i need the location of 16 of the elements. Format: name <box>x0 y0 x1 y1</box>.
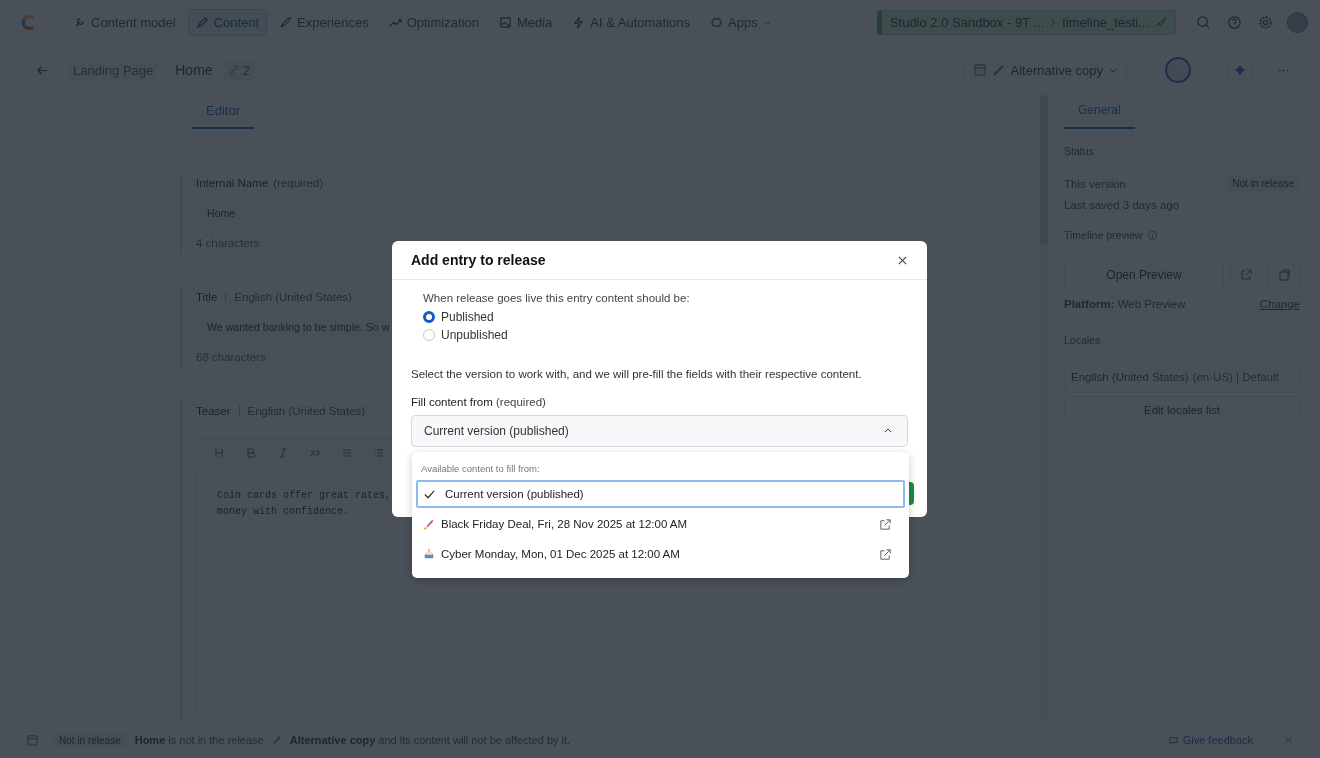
menu-option[interactable]: Current version (published) <box>416 480 905 508</box>
version-select[interactable]: Current version (published) <box>411 415 908 447</box>
radio-option[interactable]: Published <box>423 310 908 324</box>
menu-option[interactable]: Black Friday Deal, Fri, 28 Nov 2025 at 12:00 AM <box>416 510 905 538</box>
modal-title: Add entry to release <box>411 252 546 268</box>
field-label: Fill content from <box>411 396 493 408</box>
description-text: Select the version to work with, and we will pre-fill the fields with their respective content. <box>411 368 863 380</box>
menu-option[interactable]: Cyber Monday, Mon, 01 Dec 2025 at 12:00 AM <box>416 540 905 568</box>
close-icon[interactable] <box>897 254 908 266</box>
cake-icon <box>423 548 435 560</box>
external-link-icon[interactable] <box>879 517 892 531</box>
radio-option[interactable]: Unpublished <box>423 328 908 342</box>
menu-heading: Available content to fill from: <box>420 462 541 476</box>
required-hint: (required) <box>496 396 546 408</box>
question-text: When release goes live this entry content should be: <box>423 292 691 304</box>
external-link-icon[interactable] <box>879 547 892 561</box>
